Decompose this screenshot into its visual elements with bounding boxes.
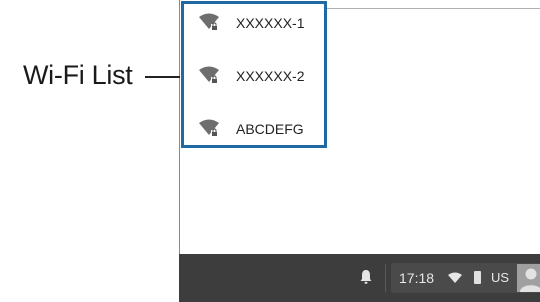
bell-icon[interactable] bbox=[359, 269, 373, 285]
wifi-list-panel: XXXXXX-1 XXXXXX-2 ABCDEFG bbox=[181, 1, 327, 148]
wifi-ssid: XXXXXX-1 bbox=[236, 15, 305, 31]
avatar-icon bbox=[517, 264, 540, 292]
wifi-network-item[interactable]: ABCDEFG bbox=[184, 114, 324, 144]
wifi-lock-icon bbox=[199, 119, 219, 136]
status-tray[interactable]: 17:18 US bbox=[391, 263, 540, 293]
clock-time: 17:18 bbox=[399, 270, 435, 286]
wifi-ssid: ABCDEFG bbox=[236, 121, 304, 137]
wifi-icon bbox=[448, 272, 462, 283]
taskbar-divider bbox=[385, 264, 386, 292]
wifi-lock-icon bbox=[199, 66, 219, 83]
window-top-edge bbox=[326, 8, 540, 9]
battery-icon bbox=[474, 271, 481, 284]
wifi-lock-icon bbox=[199, 13, 219, 30]
wifi-ssid: XXXXXX-2 bbox=[236, 68, 305, 84]
keyboard-locale: US bbox=[491, 270, 510, 285]
wifi-network-item[interactable]: XXXXXX-1 bbox=[184, 8, 324, 38]
callout-label: Wi-Fi List bbox=[23, 60, 133, 90]
wifi-network-item[interactable]: XXXXXX-2 bbox=[184, 61, 324, 91]
taskbar: 17:18 US bbox=[179, 254, 540, 302]
callout-line bbox=[145, 76, 180, 78]
